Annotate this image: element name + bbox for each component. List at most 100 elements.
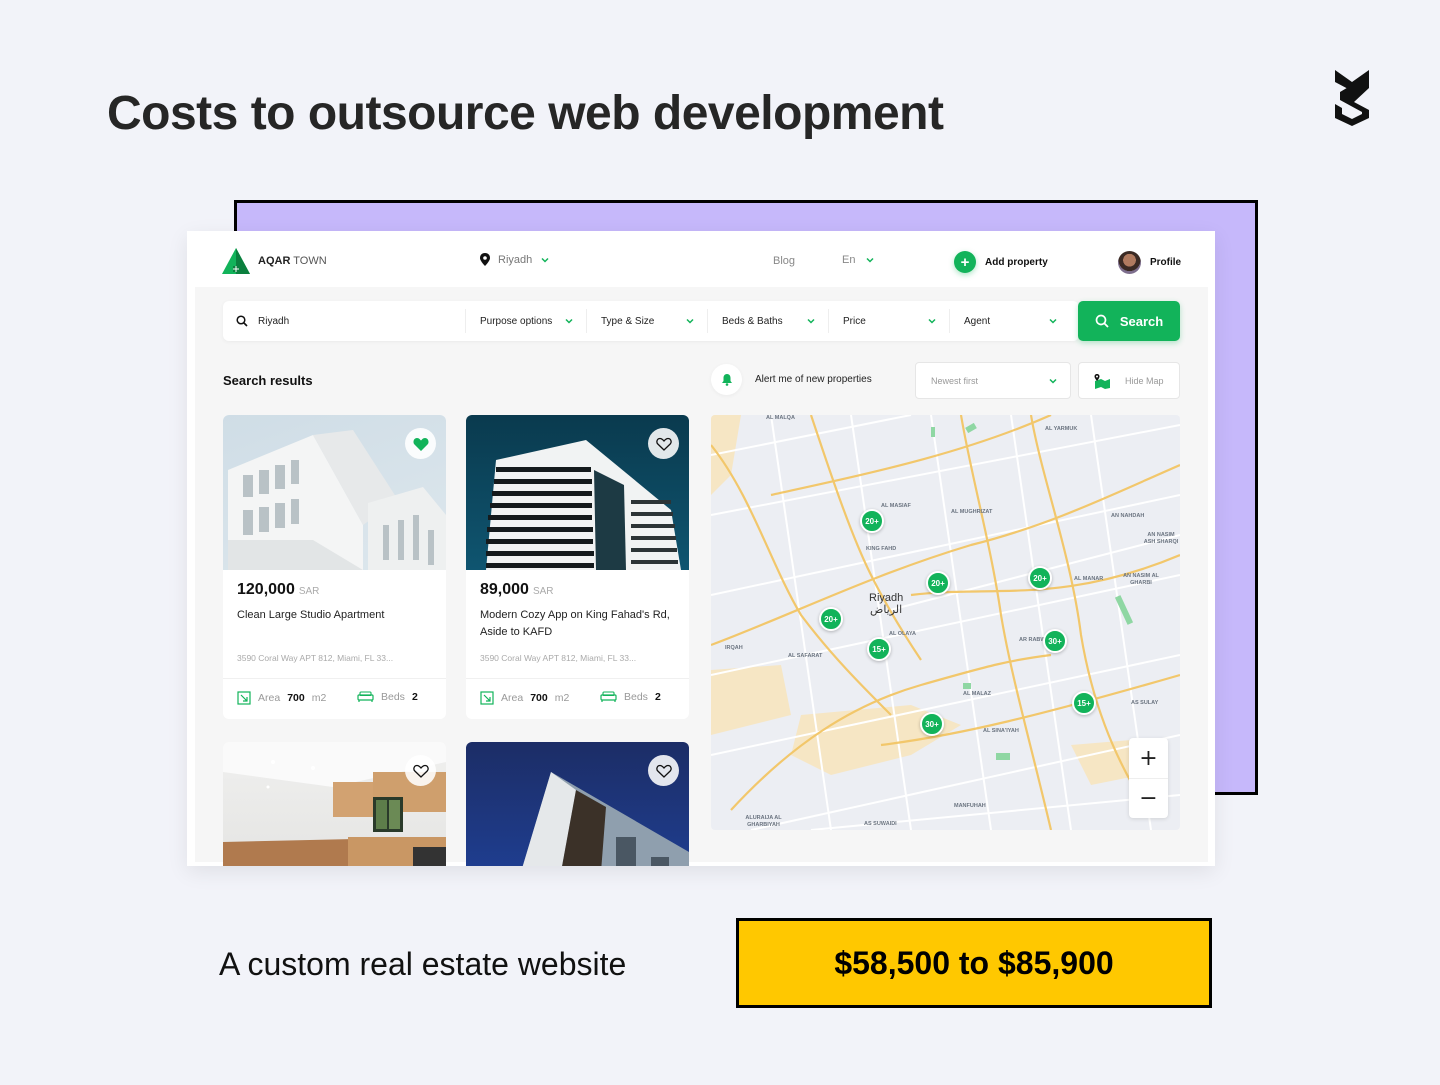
area-expand-icon [480, 691, 494, 705]
map-cluster-marker[interactable]: 20+ [926, 571, 950, 595]
listing-card[interactable] [466, 742, 689, 866]
listing-title[interactable]: Modern Cozy App on King Fahad's Rd, Asid… [480, 607, 680, 641]
map-cluster-marker[interactable]: 15+ [867, 637, 891, 661]
chevron-down-icon [1049, 318, 1057, 324]
listing-photo [223, 742, 446, 866]
listing-photo [223, 415, 446, 570]
area-unit: m2 [311, 692, 327, 704]
heart-outline-icon [655, 764, 672, 778]
page-title: Costs to outsource web development [107, 87, 944, 140]
app-header: AQAR TOWN Riyadh Blog En + Add property … [187, 231, 1215, 287]
listing-area: Area 700 m2 [237, 691, 326, 705]
brand-name: AQAR TOWN [258, 255, 327, 267]
city-value: Riyadh [498, 253, 533, 266]
area-value: 700 [530, 692, 548, 704]
heart-outline-icon [412, 764, 429, 778]
map-district-label: ALURAIJA AL GHARBIYAH [745, 815, 782, 828]
sort-select[interactable]: Newest first [915, 362, 1071, 399]
filter-type-size[interactable]: Type & Size [586, 309, 707, 333]
favorite-button[interactable] [405, 755, 436, 786]
listing-photo [466, 742, 689, 866]
listing-area: Area 700 m2 [480, 691, 569, 705]
map-cluster-marker[interactable]: 30+ [920, 712, 944, 736]
price-currency: SAR [298, 586, 320, 597]
filter-label: Agent [964, 315, 991, 327]
profile-menu[interactable]: Profile [1118, 251, 1181, 274]
alert-toggle[interactable]: Alert me of new properties [711, 364, 872, 395]
area-label: Area [258, 692, 281, 704]
brand-name-bold: AQAR [258, 255, 291, 267]
listing-card[interactable]: 89,000 SAR Modern Cozy App on King Fahad'… [466, 415, 689, 719]
map-cluster-marker[interactable]: 15+ [1072, 691, 1096, 715]
beds-value: 2 [411, 691, 418, 703]
listing-beds: Beds 2 [600, 691, 661, 703]
map-district-label: KING FAHD [866, 546, 897, 552]
map-district-label: AN NASIM ASH SHARQI [1143, 532, 1179, 545]
price-range-badge: $58,500 to $85,900 [736, 918, 1212, 1008]
divider [223, 678, 446, 679]
chevron-down-icon [541, 257, 549, 263]
app-screenshot: AQAR TOWN Riyadh Blog En + Add property … [187, 231, 1215, 866]
favorite-button[interactable] [648, 755, 679, 786]
chevron-down-icon [928, 318, 936, 324]
zoom-out-button[interactable]: − [1129, 778, 1168, 818]
zoom-in-button[interactable]: + [1129, 738, 1168, 778]
price-value: 120,000 [237, 581, 295, 598]
city-label-en: Riyadh [869, 592, 904, 604]
map-icon [1094, 373, 1110, 389]
chevron-down-icon [565, 318, 573, 324]
map-view[interactable]: AL MALQA AL MASIAF KING FAHD AL OLAYA AL… [711, 415, 1180, 830]
listing-beds: Beds 2 [357, 691, 418, 703]
search-value: Riyadh [258, 315, 290, 327]
heart-filled-icon [412, 437, 429, 451]
nav-blog-link[interactable]: Blog [773, 255, 795, 267]
area-unit: m2 [554, 692, 570, 704]
filter-purpose[interactable]: Purpose options [465, 309, 586, 333]
sort-value: Newest first [931, 375, 979, 386]
add-property-button[interactable]: + Add property [954, 251, 1048, 273]
filter-price[interactable]: Price [828, 309, 949, 333]
map-district-label: AL MALAZ [963, 691, 992, 697]
bell-icon [721, 374, 732, 386]
search-bar: Riyadh Purpose options Type & Size Beds … [223, 301, 1079, 341]
price-currency: SAR [532, 586, 554, 597]
map-cluster-marker[interactable]: 20+ [819, 607, 843, 631]
filter-label: Type & Size [601, 315, 655, 327]
search-icon [1095, 314, 1109, 328]
map-cluster-marker[interactable]: 30+ [1043, 629, 1067, 653]
city-select[interactable]: Riyadh [480, 253, 550, 266]
brand-logo[interactable]: AQAR TOWN [222, 248, 327, 274]
map-cluster-marker[interactable]: 20+ [1028, 566, 1052, 590]
bell-button[interactable] [711, 364, 742, 395]
chevron-down-icon [686, 318, 694, 324]
map-district-label: AS SUWAIDI [864, 821, 897, 827]
search-icon [236, 315, 248, 327]
project-type: A custom real estate website [219, 946, 627, 982]
filter-beds-baths[interactable]: Beds & Baths [707, 309, 828, 333]
map-district-label: AL OLAYA [889, 631, 917, 637]
favorite-button[interactable] [648, 428, 679, 459]
map-district-label: IRQAH [725, 645, 743, 651]
brand-name-light: TOWN [293, 255, 327, 267]
avatar [1118, 251, 1141, 274]
search-input[interactable]: Riyadh [223, 315, 465, 327]
search-button[interactable]: Search [1078, 301, 1180, 341]
favorite-button[interactable] [405, 428, 436, 459]
map-district-label: AL SAFARAT [788, 653, 823, 659]
listing-address: 3590 Coral Way APT 812, Miami, FL 33... [480, 653, 637, 663]
beds-label: Beds [381, 691, 405, 703]
listing-card[interactable]: 120,000 SAR Clean Large Studio Apartment … [223, 415, 446, 719]
map-city-label: Riyadh الرياض [869, 592, 903, 616]
plus-icon: + [954, 251, 976, 273]
filter-agent[interactable]: Agent [949, 309, 1070, 333]
map-cluster-marker[interactable]: 20+ [860, 509, 884, 533]
map-district-label: AL SINA'IYAH [983, 728, 1019, 734]
filter-label: Price [843, 315, 866, 327]
listing-card[interactable] [223, 742, 446, 866]
hide-map-button[interactable]: Hide Map [1078, 362, 1180, 399]
map-district-label: AL MALQA [766, 415, 795, 421]
listing-title[interactable]: Clean Large Studio Apartment [237, 607, 437, 624]
map-district-label: AL MANAR [1074, 576, 1104, 582]
area-expand-icon [237, 691, 251, 705]
language-select[interactable]: En [842, 254, 875, 266]
